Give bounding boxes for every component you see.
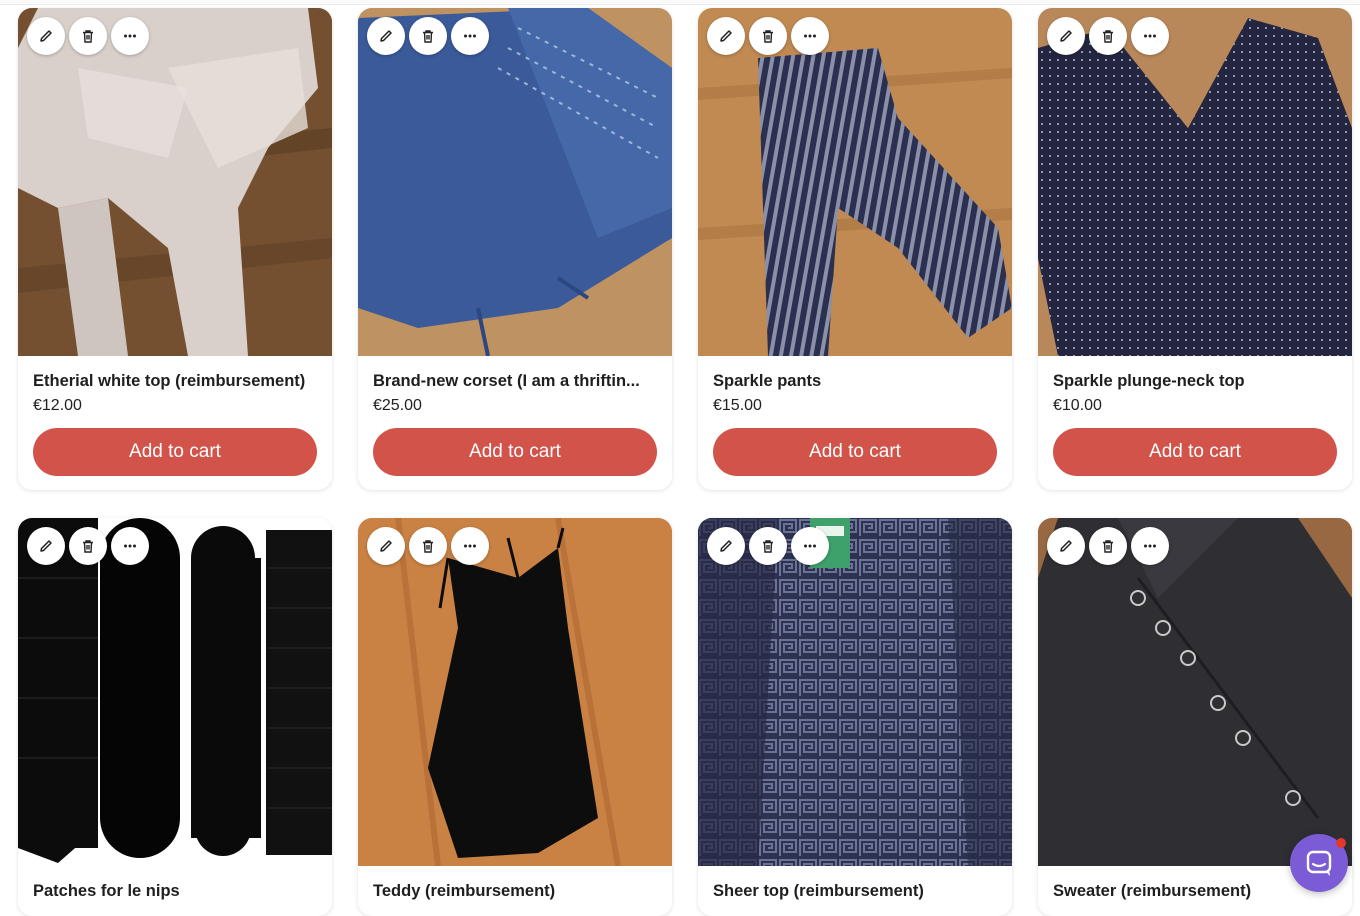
pencil-icon [720, 30, 732, 42]
nipple-patches-photo [18, 518, 332, 866]
edit-button[interactable] [27, 17, 65, 55]
trash-icon [1103, 540, 1113, 553]
edit-button[interactable] [27, 527, 65, 565]
product-price: €25.00 [373, 397, 422, 414]
product-title[interactable]: Sparkle plunge-neck top [1053, 370, 1337, 392]
pencil-icon [40, 30, 52, 42]
white-sheer-top-photo [18, 8, 332, 356]
edit-button[interactable] [707, 527, 745, 565]
product-card: Sheer top (reimbursement) [698, 518, 1012, 916]
delete-button[interactable] [409, 527, 447, 565]
product-title[interactable]: Etherial white top (reimbursement) [33, 370, 317, 392]
product-card: Sparkle plunge-neck top €10.00 Add to ca… [1038, 8, 1352, 490]
delete-button[interactable] [69, 527, 107, 565]
striped-pants-photo [698, 8, 1012, 356]
trash-icon [423, 540, 433, 553]
notification-dot [1336, 838, 1346, 848]
ellipsis-icon [804, 34, 816, 38]
pencil-icon [40, 540, 52, 552]
ellipsis-icon [124, 34, 136, 38]
product-image[interactable] [18, 518, 332, 866]
product-image[interactable] [1038, 8, 1352, 356]
delete-button[interactable] [749, 17, 787, 55]
add-to-cart-button[interactable]: Add to cart [33, 428, 317, 476]
product-image[interactable] [1038, 518, 1352, 866]
trash-icon [763, 30, 773, 43]
black-teddy-photo [358, 518, 672, 866]
product-title[interactable]: Sweater (reimbursement) [1053, 880, 1337, 902]
add-to-cart-button[interactable]: Add to cart [1053, 428, 1337, 476]
edit-button[interactable] [707, 17, 745, 55]
product-card: Brand-new corset (I am a thriftin... €25… [358, 8, 672, 490]
more-button[interactable] [791, 527, 829, 565]
product-card: Patches for le nips [18, 518, 332, 916]
ellipsis-icon [804, 544, 816, 548]
product-price: €15.00 [713, 397, 762, 414]
pencil-icon [720, 540, 732, 552]
sparkle-top-photo [1038, 8, 1352, 356]
pencil-icon [380, 540, 392, 552]
product-title[interactable]: Sheer top (reimbursement) [713, 880, 997, 902]
product-title[interactable]: Patches for le nips [33, 880, 317, 902]
more-button[interactable] [111, 17, 149, 55]
trash-icon [83, 30, 93, 43]
top-divider [0, 0, 1360, 5]
more-button[interactable] [1131, 17, 1169, 55]
trash-icon [423, 30, 433, 43]
chat-launcher-button[interactable] [1290, 834, 1348, 892]
product-card: Teddy (reimbursement) [358, 518, 672, 916]
black-sweater-photo [1038, 518, 1352, 866]
ellipsis-icon [464, 34, 476, 38]
ellipsis-icon [124, 544, 136, 548]
more-button[interactable] [791, 17, 829, 55]
product-title[interactable]: Brand-new corset (I am a thriftin... [373, 370, 657, 392]
product-card: Sparkle pants €15.00 Add to cart [698, 8, 1012, 490]
product-image[interactable] [698, 8, 1012, 356]
more-button[interactable] [1131, 527, 1169, 565]
ellipsis-icon [1144, 544, 1156, 548]
product-price: €10.00 [1053, 397, 1102, 414]
pencil-icon [1060, 30, 1072, 42]
chat-bubble-icon [1306, 850, 1332, 876]
sheer-pattern-top-photo [698, 518, 1012, 866]
add-to-cart-button[interactable]: Add to cart [713, 428, 997, 476]
pencil-icon [1060, 540, 1072, 552]
product-price: €12.00 [33, 397, 82, 414]
ellipsis-icon [1144, 34, 1156, 38]
delete-button[interactable] [409, 17, 447, 55]
product-card: Etherial white top (reimbursement) €12.0… [18, 8, 332, 490]
trash-icon [763, 540, 773, 553]
delete-button[interactable] [749, 527, 787, 565]
ellipsis-icon [464, 544, 476, 548]
edit-button[interactable] [1047, 527, 1085, 565]
pencil-icon [380, 30, 392, 42]
product-title[interactable]: Sparkle pants [713, 370, 997, 392]
edit-button[interactable] [367, 17, 405, 55]
trash-icon [83, 540, 93, 553]
product-image[interactable] [358, 518, 672, 866]
more-button[interactable] [451, 527, 489, 565]
product-image[interactable] [698, 518, 1012, 866]
edit-button[interactable] [1047, 17, 1085, 55]
delete-button[interactable] [1089, 527, 1127, 565]
product-title[interactable]: Teddy (reimbursement) [373, 880, 657, 902]
product-image[interactable] [18, 8, 332, 356]
blue-corset-photo [358, 8, 672, 356]
add-to-cart-button[interactable]: Add to cart [373, 428, 657, 476]
product-image[interactable] [358, 8, 672, 356]
more-button[interactable] [451, 17, 489, 55]
more-button[interactable] [111, 527, 149, 565]
trash-icon [1103, 30, 1113, 43]
edit-button[interactable] [367, 527, 405, 565]
delete-button[interactable] [69, 17, 107, 55]
delete-button[interactable] [1089, 17, 1127, 55]
